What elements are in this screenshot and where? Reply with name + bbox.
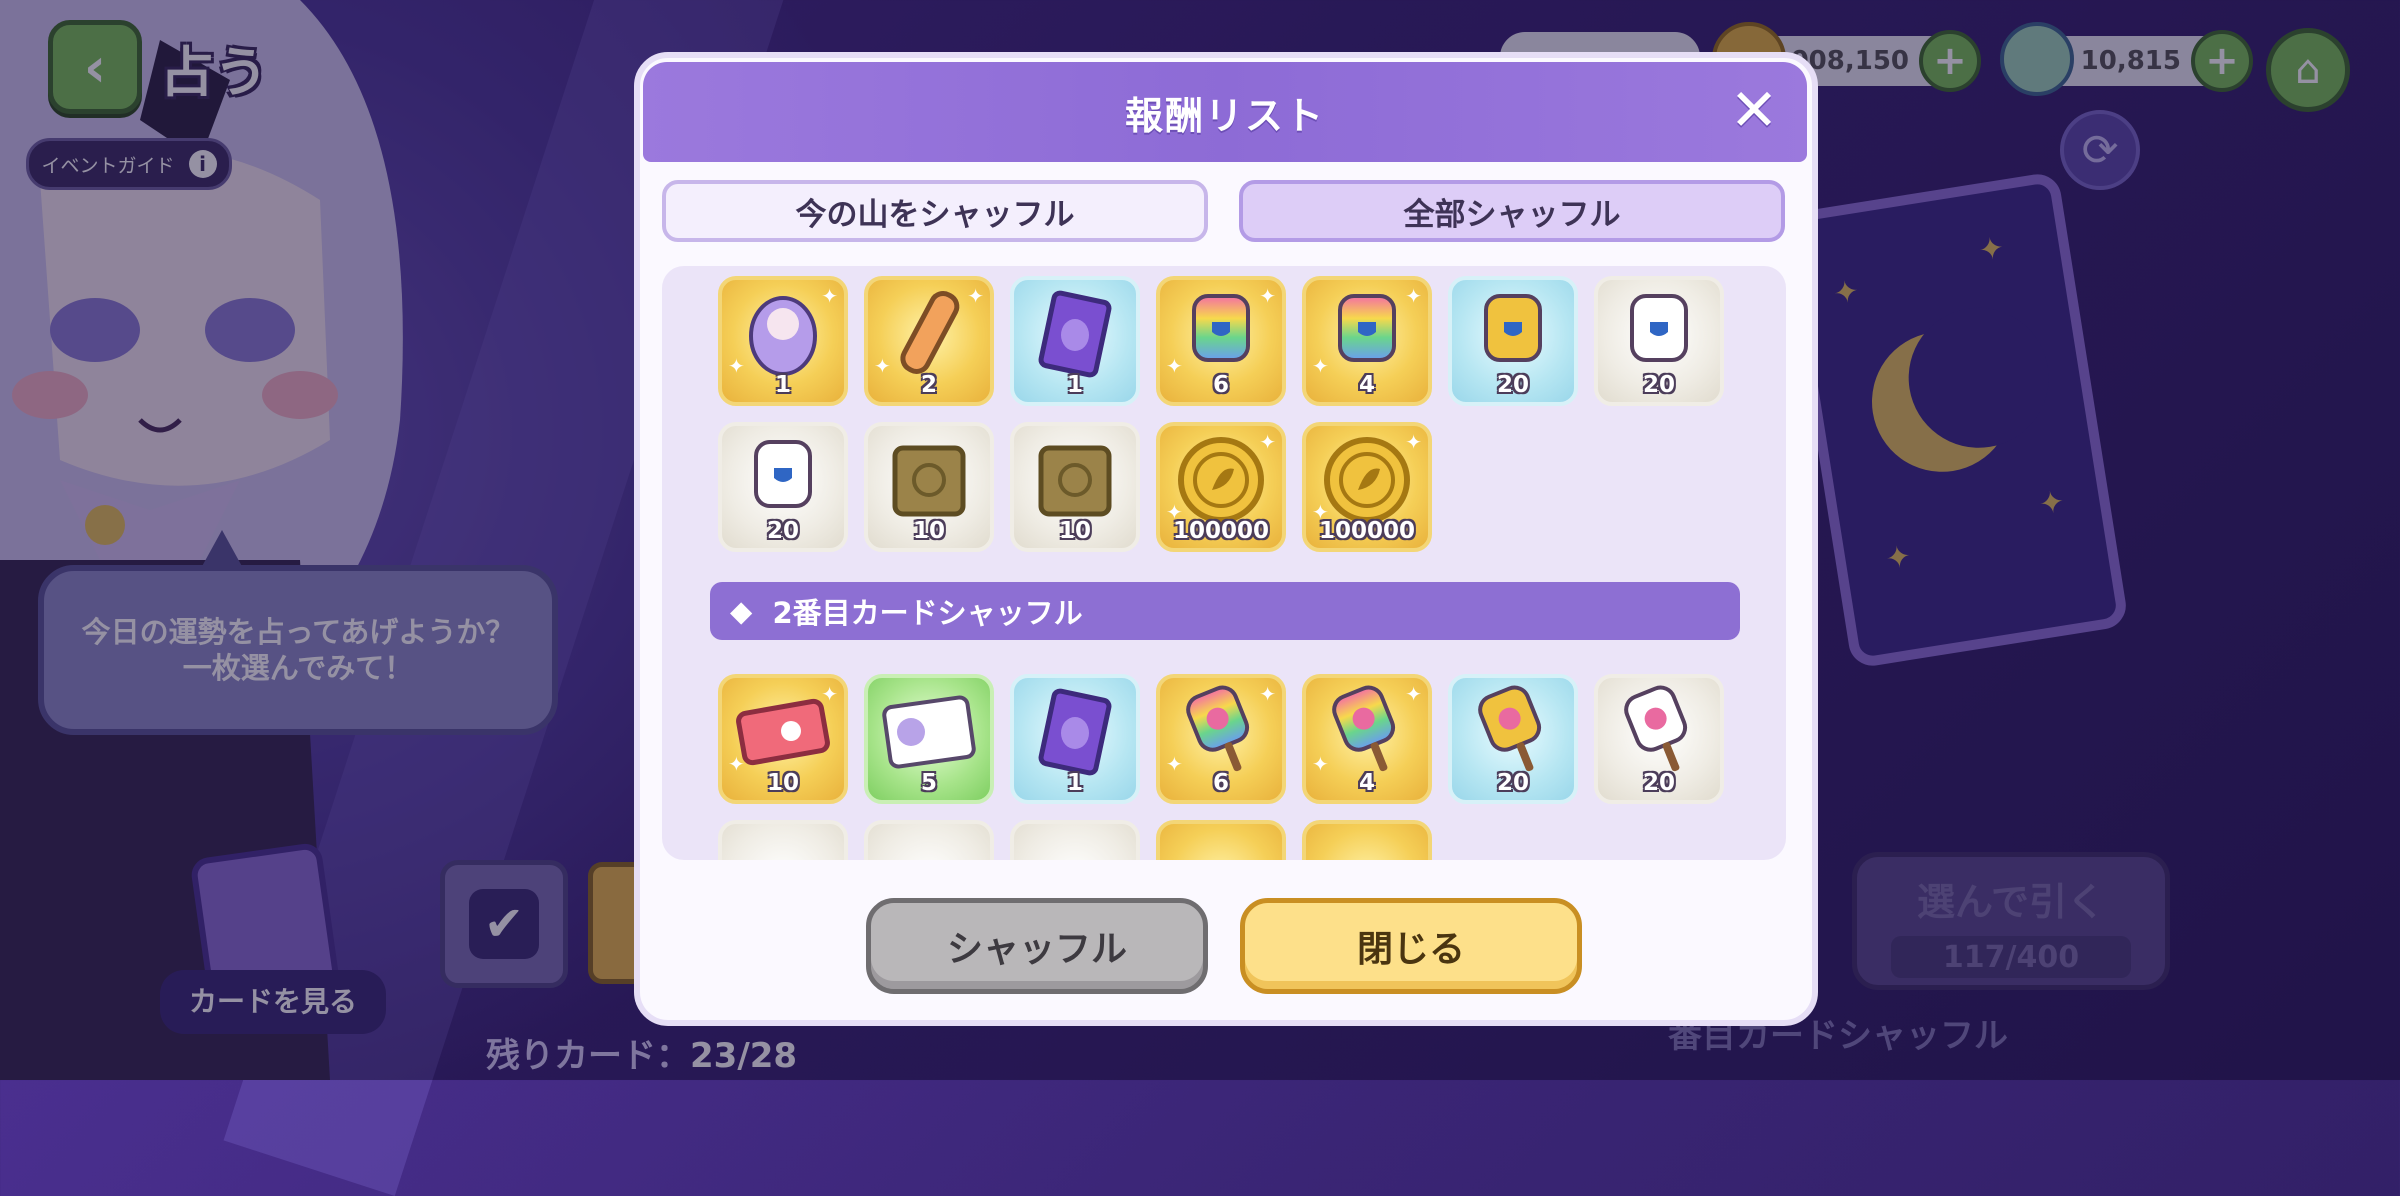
white-marshmallow-icon xyxy=(1630,293,1688,362)
reward-item[interactable]: ✦ ✦ 2 xyxy=(864,276,994,406)
reward-item[interactable]: ✦ ✦ 4 xyxy=(1302,674,1432,804)
reward-item[interactable]: 10 xyxy=(864,422,994,552)
gold-coin-icon xyxy=(1178,436,1264,523)
reward-quantity: 6 xyxy=(1212,770,1229,796)
sparkle-icon: ✦ xyxy=(1405,284,1422,308)
modal-title: 報酬リスト xyxy=(1124,93,1325,138)
rainbow-marshmallow-icon xyxy=(1338,293,1396,362)
reward-quantity: 10 xyxy=(1058,518,1091,544)
ticket-icon xyxy=(736,698,830,765)
reward-item[interactable]: 20 xyxy=(1594,674,1724,804)
shuffle-button[interactable]: シャッフル xyxy=(866,898,1208,994)
reward-quantity: 4 xyxy=(1358,372,1375,398)
close-icon[interactable]: ✕ xyxy=(1726,76,1782,144)
tab-shuffle-current-pile[interactable]: 今の山をシャッフル xyxy=(662,180,1208,242)
reward-quantity: 20 xyxy=(1496,372,1529,398)
reward-item[interactable]: ✦ ✦ 10 xyxy=(718,674,848,804)
section-2-title: ◆ 2番目カードシャッフル xyxy=(710,582,1740,640)
brown-box-icon xyxy=(892,445,966,517)
close-button[interactable]: 閉じる xyxy=(1240,898,1582,994)
reward-quantity: 6 xyxy=(1212,372,1229,398)
sparkle-icon: ✦ xyxy=(821,682,838,706)
reward-quantity: 20 xyxy=(1642,372,1675,398)
reward-quantity: 1 xyxy=(774,372,791,398)
reward-item[interactable]: 20 xyxy=(718,422,848,552)
reward-item[interactable]: ✦ ✦ 100000 xyxy=(1302,422,1432,552)
purple-pack-icon xyxy=(1038,290,1112,378)
reward-item[interactable]: 1 xyxy=(1010,674,1140,804)
reward-item[interactable]: 20 xyxy=(1448,276,1578,406)
reward-item[interactable]: ✦ ✦ 1 xyxy=(718,276,848,406)
sparkle-icon: ✦ xyxy=(821,284,838,308)
reward-item[interactable]: 20 xyxy=(1448,674,1578,804)
reward-item[interactable]: ✦ ✦ 4 xyxy=(1302,276,1432,406)
rainbow-marshmallow-stick-icon xyxy=(1332,685,1396,771)
reward-list[interactable]: ✦ ✦ 1 ✦ ✦ 2 1 ✦ ✦ 6 ✦ ✦ 4 20 20 20 10 10 ✦ ✦ 100000 ✦ ✦ 100000 … xyxy=(662,266,1786,860)
reward-quantity: 2 xyxy=(920,372,937,398)
sparkle-icon: ✦ xyxy=(1259,682,1276,706)
brown-box-icon xyxy=(1038,445,1112,517)
rainbow-marshmallow-icon xyxy=(1192,293,1250,362)
reward-item[interactable]: 10 xyxy=(1010,422,1140,552)
rainbow-marshmallow-stick-icon xyxy=(1186,685,1250,771)
sparkle-icon: ✦ xyxy=(1259,430,1276,454)
gold-marshmallow-stick-icon xyxy=(1478,685,1542,771)
reward-quantity: 20 xyxy=(1642,770,1675,796)
purple-pack-icon xyxy=(1038,688,1112,776)
reward-item[interactable]: ✦ ✦ 100000 xyxy=(1156,422,1286,552)
reward-item[interactable]: 20 xyxy=(1594,276,1724,406)
reward-quantity: 5 xyxy=(920,770,937,796)
gold-coin-icon xyxy=(1324,436,1410,523)
reward-quantity: 10 xyxy=(766,770,799,796)
reward-quantity: 20 xyxy=(1496,770,1529,796)
reward-quantity: 10 xyxy=(912,518,945,544)
reward-quantity: 100000 xyxy=(1172,518,1270,544)
reward-quantity: 100000 xyxy=(1318,518,1416,544)
white-marshmallow-stick-icon xyxy=(1624,685,1688,771)
reward-item[interactable] xyxy=(718,820,848,860)
character-sticker-icon xyxy=(749,295,817,376)
sparkle-icon: ✦ xyxy=(1405,682,1422,706)
reward-item[interactable] xyxy=(1156,820,1286,860)
reward-quantity: 1 xyxy=(1066,372,1083,398)
reward-item[interactable]: 1 xyxy=(1010,276,1140,406)
gold-marshmallow-icon xyxy=(1484,293,1542,362)
reward-quantity: 20 xyxy=(766,518,799,544)
reward-item[interactable]: ✦ ✦ 6 xyxy=(1156,674,1286,804)
reward-quantity: 4 xyxy=(1358,770,1375,796)
tab-shuffle-all[interactable]: 全部シャッフル xyxy=(1239,180,1785,242)
sparkle-icon: ✦ xyxy=(1259,284,1276,308)
reward-item[interactable] xyxy=(1010,820,1140,860)
reward-quantity: 1 xyxy=(1066,770,1083,796)
reward-item[interactable] xyxy=(1302,820,1432,860)
reward-item[interactable]: ✦ ✦ 6 xyxy=(1156,276,1286,406)
white-marshmallow-icon xyxy=(754,439,812,508)
section-2-title-text: 2番目カードシャッフル xyxy=(772,596,1083,630)
sparkle-icon: ✦ xyxy=(967,284,984,308)
stick-item-icon xyxy=(900,290,960,374)
reward-item[interactable]: 5 xyxy=(864,674,994,804)
sparkle-icon: ✦ xyxy=(1405,430,1422,454)
character-card-icon xyxy=(882,695,976,769)
reward-item[interactable] xyxy=(864,820,994,860)
